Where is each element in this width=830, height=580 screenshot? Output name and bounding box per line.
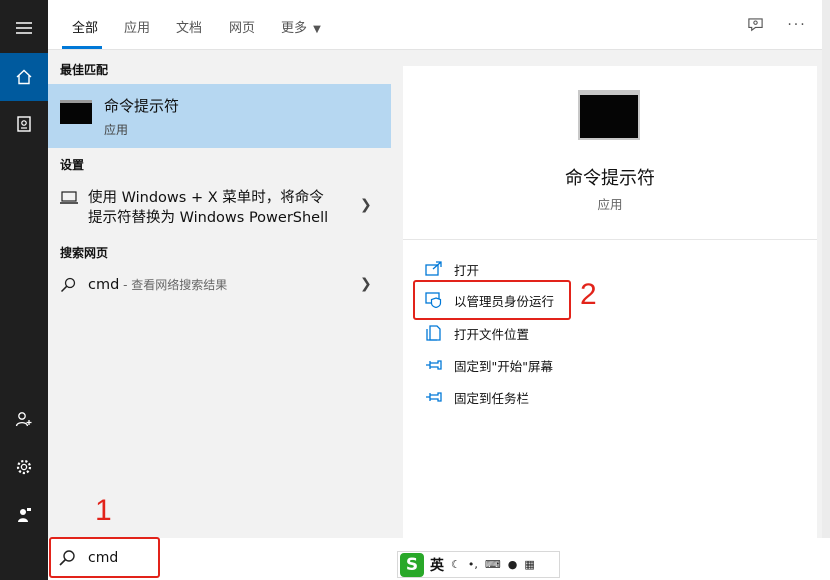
command-prompt-icon <box>60 100 92 124</box>
chevron-right-icon: ❯ <box>360 197 372 213</box>
gear-icon <box>16 459 32 475</box>
user-icon[interactable]: ● <box>508 558 518 571</box>
detail-subtitle: 应用 <box>597 197 623 212</box>
tab-more[interactable]: 更多 ▼ <box>281 17 321 36</box>
settings-item-line1: 使用 Windows + X 菜单时，将命令 <box>88 190 324 206</box>
annotation-number-1: 1 <box>95 494 112 527</box>
search-results: 最佳匹配 命令提示符 应用 设置 使用 Windows + X 菜单时，将命令 … <box>48 50 391 538</box>
ellipsis-icon[interactable]: ··· <box>786 14 808 36</box>
person-feedback-icon <box>18 508 31 522</box>
home-icon <box>16 69 32 85</box>
action-pin-to-start[interactable]: 固定到"开始"屏幕 <box>425 354 553 376</box>
best-match-heading: 最佳匹配 <box>60 63 109 77</box>
action-open[interactable]: 打开 <box>425 258 479 280</box>
caret-down-icon: ▼ <box>313 24 321 35</box>
hamburger-menu-icon[interactable] <box>0 4 48 52</box>
chat-person-icon <box>747 17 763 31</box>
action-open-label: 打开 <box>454 262 480 278</box>
left-rail <box>0 0 48 580</box>
feedback-hub-button[interactable] <box>744 14 766 36</box>
best-match-item[interactable]: 命令提示符 应用 <box>48 84 391 148</box>
settings-button[interactable] <box>0 443 48 491</box>
action-pin-to-taskbar-label: 固定到任务栏 <box>454 390 530 406</box>
open-icon <box>425 261 442 276</box>
best-match-subtitle: 应用 <box>104 123 129 137</box>
ime-language-label[interactable]: 英 <box>430 555 444 575</box>
web-search-query: cmd <box>88 277 120 293</box>
command-prompt-large-icon <box>578 90 640 140</box>
detail-title: 命令提示符 <box>565 168 655 189</box>
tab-documents[interactable]: 文档 <box>176 17 202 36</box>
settings-item-line2: 提示符替换为 Windows PowerShell <box>88 210 329 226</box>
account-button[interactable] <box>0 395 48 443</box>
annotation-box-1 <box>49 537 160 578</box>
tab-more-label: 更多 <box>281 21 308 36</box>
web-search-heading: 搜索网页 <box>60 246 109 260</box>
add-user-icon <box>15 412 32 427</box>
moon-icon[interactable]: ☾ <box>451 558 461 571</box>
web-search-hint: - 查看网络搜索结果 <box>119 278 228 292</box>
settings-heading: 设置 <box>60 158 85 172</box>
annotation-box-2 <box>413 280 571 320</box>
web-search-result-item[interactable]: cmd - 查看网络搜索结果 ❯ <box>48 274 391 298</box>
pin-icon <box>426 360 442 370</box>
menu-icon <box>16 22 32 34</box>
search-tabs-bar: 全部 应用 文档 网页 更多 ▼ ··· <box>48 0 830 50</box>
search-icon <box>60 277 76 293</box>
notebook-icon <box>17 116 31 132</box>
best-match-title: 命令提示符 <box>104 97 180 115</box>
background-window-edge <box>822 0 830 580</box>
feedback-button[interactable] <box>0 491 48 539</box>
divider <box>403 239 817 240</box>
documents-button[interactable] <box>0 100 48 148</box>
action-pin-to-taskbar[interactable]: 固定到任务栏 <box>425 386 529 408</box>
settings-result-item[interactable]: 使用 Windows + X 菜单时，将命令 提示符替换为 Windows Po… <box>48 186 391 230</box>
pin-icon <box>426 392 442 402</box>
file-location-icon <box>426 325 441 341</box>
laptop-icon <box>60 191 78 204</box>
keyboard-icon[interactable]: ⌨ <box>485 558 501 571</box>
chevron-right-icon: ❯ <box>360 276 372 292</box>
action-open-file-location[interactable]: 打开文件位置 <box>425 322 529 344</box>
grid-icon[interactable]: ▦ <box>524 558 534 571</box>
tab-apps[interactable]: 应用 <box>124 17 150 36</box>
active-tab-indicator <box>62 46 102 49</box>
tab-all[interactable]: 全部 <box>72 17 98 36</box>
annotation-number-2: 2 <box>580 278 597 311</box>
home-button[interactable] <box>0 53 48 101</box>
action-pin-to-start-label: 固定到"开始"屏幕 <box>454 358 553 374</box>
sogou-logo-icon: S <box>400 552 424 577</box>
tab-web[interactable]: 网页 <box>229 17 255 36</box>
web-search-text: cmd - 查看网络搜索结果 <box>88 275 227 295</box>
punctuation-icon[interactable]: •, <box>468 558 478 571</box>
action-open-file-location-label: 打开文件位置 <box>454 326 530 342</box>
ime-toolbar[interactable]: S 英 ☾ •, ⌨ ● ▦ <box>397 551 560 578</box>
